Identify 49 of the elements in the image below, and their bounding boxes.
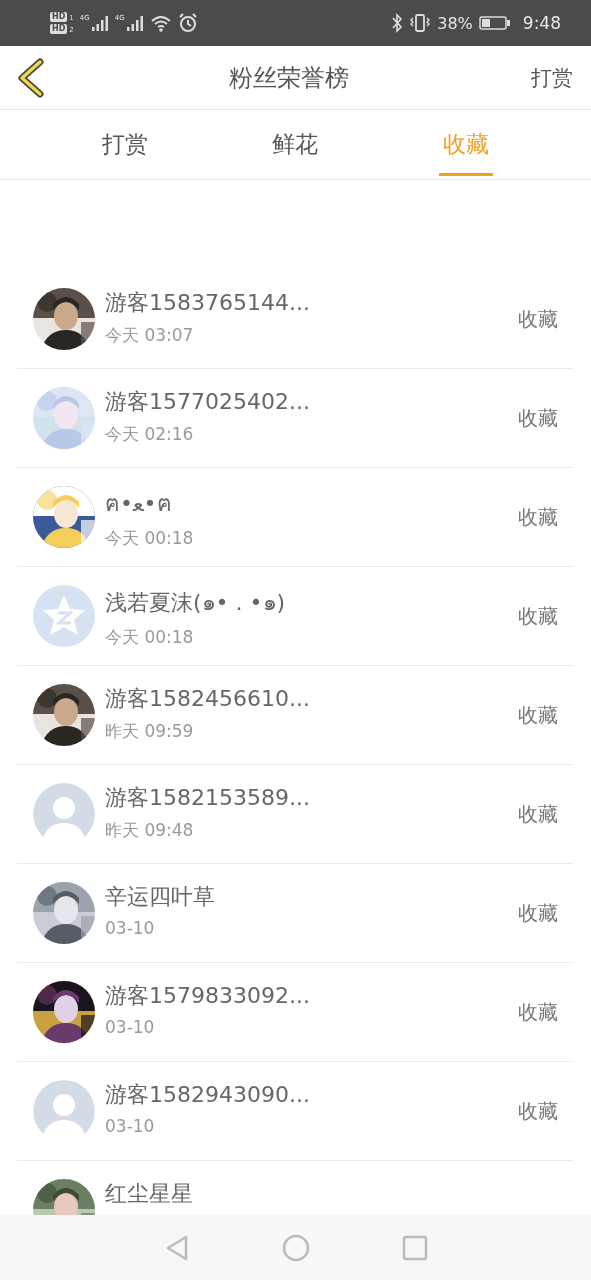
bluetooth-icon — [391, 13, 404, 33]
alarm-icon — [177, 13, 198, 33]
user-name: 游客1582153589... — [105, 784, 311, 812]
action-label: 收藏 — [518, 1097, 559, 1125]
user-name: 红尘星星 — [105, 1180, 194, 1208]
battery-icon — [478, 15, 511, 31]
user-name: 游客1583765144... — [105, 289, 311, 317]
clock: 9:48 — [522, 13, 561, 33]
hd-badge: HD — [50, 12, 68, 22]
tab[interactable]: 鲜花 — [210, 110, 381, 179]
timestamp: 今天 00:18 — [105, 626, 195, 649]
home-icon[interactable] — [281, 1233, 310, 1262]
default-avatar-icon — [33, 1080, 95, 1142]
reward-link[interactable]: 打赏 — [531, 63, 573, 92]
wifi-icon — [149, 14, 172, 32]
battery-percent: 38% — [437, 13, 473, 33]
timestamp: 昨天 09:48 — [105, 819, 195, 842]
action-label: 收藏 — [518, 404, 559, 432]
action-label: 收藏 — [518, 998, 559, 1026]
vibrate-icon — [409, 13, 432, 33]
default-avatar-icon — [33, 783, 95, 845]
back-icon[interactable] — [16, 57, 46, 98]
user-name: 辛运四叶草 — [105, 883, 216, 911]
action-label: 收藏 — [518, 503, 559, 531]
star-avatar-icon — [33, 585, 95, 647]
timestamp: 今天 03:07 — [105, 324, 195, 347]
timestamp: 03-10 — [105, 918, 156, 938]
tab[interactable]: 打赏 — [40, 110, 211, 179]
user-name: 游客1582943090... — [105, 1081, 311, 1109]
user-name: ฅ•ﻌ•ฅ — [105, 490, 173, 518]
action-label: 收藏 — [518, 602, 559, 630]
timestamp: 03-10 — [105, 1017, 156, 1037]
timestamp: 03-10 — [105, 1116, 156, 1136]
user-name: 游客1577025402... — [105, 388, 311, 416]
signal-icon — [90, 14, 109, 32]
action-label: 收藏 — [518, 305, 559, 333]
recents-icon[interactable] — [401, 1234, 428, 1261]
page-title: 粉丝荣誉榜 — [227, 62, 350, 94]
user-name: 浅若夏沫(๑• . •๑) — [105, 589, 287, 617]
signal-icon — [125, 14, 144, 32]
timestamp: 昨天 09:59 — [105, 720, 195, 743]
action-label: 收藏 — [518, 899, 559, 927]
user-name: 游客1582456610... — [105, 685, 311, 713]
hd-badge: HD — [50, 24, 68, 34]
action-label: 收藏 — [518, 800, 559, 828]
timestamp: 今天 00:18 — [105, 527, 195, 550]
action-label: 收藏 — [518, 701, 559, 729]
user-name: 游客1579833092... — [105, 982, 311, 1010]
timestamp: 今天 02:16 — [105, 423, 195, 446]
